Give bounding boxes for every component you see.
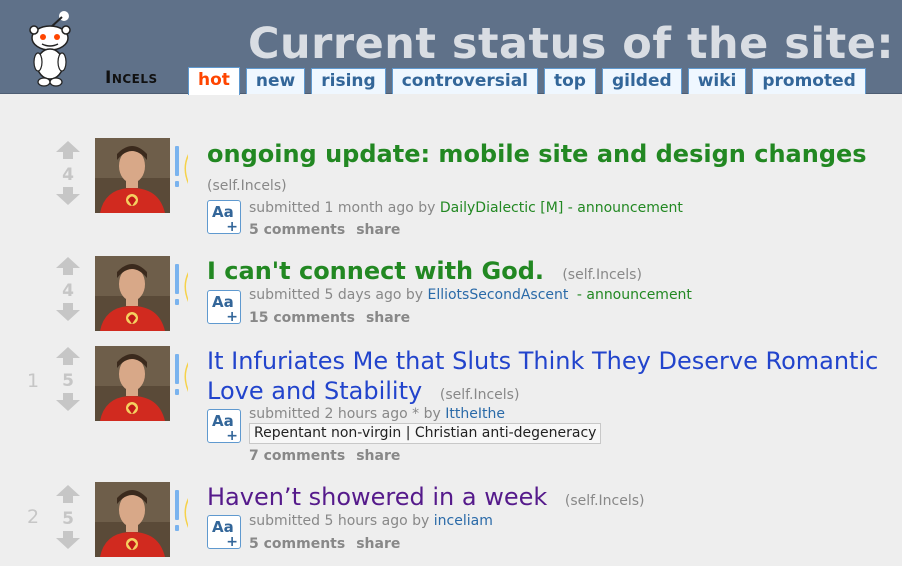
post-title-link[interactable]: ongoing update: mobile site and design c… <box>207 139 867 169</box>
post-row: 2 5 Haven’t showered in a week (self.Inc… <box>0 482 902 566</box>
share-link[interactable]: share <box>366 310 410 326</box>
post-buttons: 5 comments share <box>249 536 411 552</box>
link-flair: - announcement <box>576 287 692 303</box>
post-domain[interactable]: (self.Incels) <box>440 387 520 403</box>
sticky-icon <box>175 354 188 395</box>
tab-new[interactable]: new <box>245 68 306 94</box>
comments-link[interactable]: 7 comments <box>249 448 345 464</box>
subreddit-name-link[interactable]: Incels <box>105 68 158 88</box>
author-link[interactable]: DailyDialectic <box>440 200 536 216</box>
text-expando-icon[interactable]: Aa + <box>207 200 241 235</box>
share-link[interactable]: share <box>356 448 400 464</box>
post-tagline: submitted 1 month ago by DailyDialectic … <box>249 200 683 216</box>
submitted-text: submitted 1 month ago by <box>249 200 436 216</box>
avatar-thumbnail[interactable] <box>95 138 170 213</box>
post-score: 4 <box>62 281 74 301</box>
author-link[interactable]: ElliotsSecondAscent <box>427 287 568 303</box>
moderator-tag[interactable]: [M] <box>540 200 563 216</box>
post-title-link-line2[interactable]: Love and Stability (self.Incels) <box>207 376 519 410</box>
comments-link[interactable]: 5 comments <box>249 536 345 552</box>
post-title-link[interactable]: I can't connect with God. (self.Incels) <box>207 256 642 290</box>
upvote-arrow-icon[interactable] <box>55 484 81 504</box>
avatar-thumbnail[interactable] <box>95 482 170 557</box>
post-buttons: 15 comments share <box>249 310 421 326</box>
sticky-icon <box>175 264 188 305</box>
submitted-text: submitted 5 days ago by <box>249 287 424 303</box>
vote-column: 5 <box>55 484 81 554</box>
post-domain[interactable]: (self.Incels) <box>562 267 642 283</box>
tab-top[interactable]: top <box>544 68 596 94</box>
post-title-text[interactable]: Love and Stability <box>207 377 422 405</box>
post-title-text[interactable]: Haven’t showered in a week <box>207 483 547 511</box>
submitted-text: submitted 2 hours ago * by <box>249 406 441 422</box>
upvote-arrow-icon[interactable] <box>55 140 81 160</box>
comments-link[interactable]: 15 comments <box>249 310 355 326</box>
text-expando-icon[interactable]: Aa + <box>207 290 241 325</box>
tab-controversial[interactable]: controversial <box>391 68 538 94</box>
avatar-thumbnail[interactable] <box>95 346 170 421</box>
comments-link[interactable]: 5 comments <box>249 222 345 238</box>
sticky-icon <box>175 146 188 187</box>
tab-rising[interactable]: rising <box>311 68 386 94</box>
post-title-link[interactable]: It Infuriates Me that Sluts Think They D… <box>207 346 878 376</box>
post-score: 5 <box>62 371 74 391</box>
vote-column: 5 <box>55 346 81 416</box>
author-link[interactable]: inceliam <box>434 513 493 529</box>
tab-promoted[interactable]: promoted <box>752 68 866 94</box>
downvote-arrow-icon[interactable] <box>55 186 81 206</box>
sticky-icon <box>175 490 188 531</box>
share-link[interactable]: share <box>356 222 400 238</box>
post-rank: 2 <box>26 506 40 528</box>
downvote-arrow-icon[interactable] <box>55 302 81 322</box>
post-buttons: 7 comments share <box>249 448 411 464</box>
tab-gilded[interactable]: gilded <box>601 68 682 94</box>
share-link[interactable]: share <box>356 536 400 552</box>
post-title-link[interactable]: Haven’t showered in a week (self.Incels) <box>207 482 644 516</box>
upvote-arrow-icon[interactable] <box>55 346 81 366</box>
vote-column: 4 <box>55 256 81 326</box>
post-title-text[interactable]: I can't connect with God. <box>207 257 544 285</box>
author-flair: Repentant non-virgin | Christian anti-de… <box>249 423 602 444</box>
post-tagline: submitted 5 hours ago by inceliam <box>249 513 493 529</box>
post-buttons: 5 comments share <box>249 222 411 238</box>
avatar-thumbnail[interactable] <box>95 256 170 331</box>
link-flair: - announcement <box>567 200 683 216</box>
tab-hot[interactable]: hot <box>188 67 240 95</box>
post-tagline: submitted 2 hours ago * by IttheIthe <box>249 406 505 422</box>
post-tagline: submitted 5 days ago by ElliotsSecondAsc… <box>249 287 692 303</box>
tab-wiki[interactable]: wiki <box>687 68 747 94</box>
post-score: 5 <box>62 509 74 529</box>
subreddit-header: Current status of the site: Incels hot n… <box>0 0 902 95</box>
upvote-arrow-icon[interactable] <box>55 256 81 276</box>
post-domain[interactable]: (self.Incels) <box>207 178 287 194</box>
vote-column: 4 <box>55 140 81 210</box>
post-domain[interactable]: (self.Incels) <box>565 493 645 509</box>
downvote-arrow-icon[interactable] <box>55 530 81 550</box>
header-banner-text: Current status of the site: <box>248 19 895 69</box>
post-rank: 1 <box>26 370 40 392</box>
text-expando-icon[interactable]: Aa + <box>207 515 241 550</box>
post-row: 1 5 It Infuriates Me that Sluts Think Th… <box>0 346 902 472</box>
post-score: 4 <box>62 165 74 185</box>
snoo-alien-icon[interactable] <box>26 8 74 88</box>
sort-tabs: hot new rising controversial top gilded … <box>188 66 866 95</box>
text-expando-icon[interactable]: Aa + <box>207 409 241 444</box>
downvote-arrow-icon[interactable] <box>55 392 81 412</box>
author-link[interactable]: IttheIthe <box>445 406 505 422</box>
submitted-text: submitted 5 hours ago by <box>249 513 430 529</box>
post-row: 4 I can't connect with God. (self.Incels… <box>0 256 902 336</box>
post-row: 4 ongoing update: mobile site and design… <box>0 138 902 248</box>
